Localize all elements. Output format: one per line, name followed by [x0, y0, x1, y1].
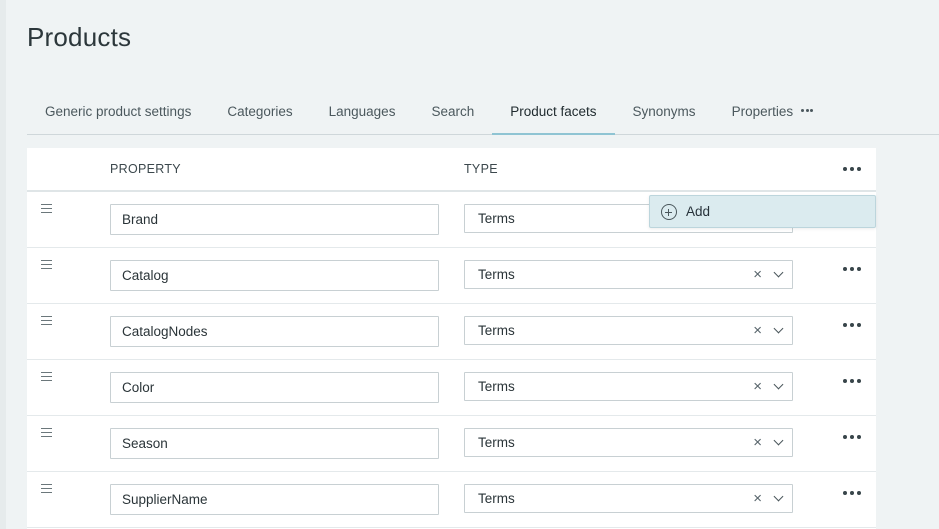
tab-synonyms[interactable]: Synonyms: [615, 88, 714, 134]
tab-search[interactable]: Search: [413, 88, 492, 134]
ellipsis-icon: [801, 109, 814, 113]
drag-handle-icon[interactable]: [41, 260, 53, 270]
more-horizontal-icon[interactable]: [843, 166, 861, 172]
tab-languages[interactable]: Languages: [311, 88, 414, 134]
tab-label: Synonyms: [632, 103, 696, 119]
property-input[interactable]: [110, 428, 439, 459]
table-row: Terms ×: [27, 248, 876, 304]
property-input[interactable]: [110, 372, 439, 403]
row-more-icon[interactable]: [843, 434, 861, 440]
chevron-down-icon[interactable]: [773, 491, 784, 502]
tab-product-facets[interactable]: Product facets: [492, 88, 615, 135]
type-value: Terms: [478, 323, 515, 338]
add-menu-item[interactable]: Add: [650, 196, 875, 227]
column-header-property: PROPERTY: [110, 162, 181, 176]
tab-label: Categories: [227, 103, 293, 119]
plus-circle-icon: [661, 204, 677, 220]
clear-icon[interactable]: ×: [753, 435, 762, 450]
property-input[interactable]: [110, 260, 439, 291]
type-value: Terms: [478, 491, 515, 506]
tab-label: Generic product settings: [45, 103, 192, 119]
property-input[interactable]: [110, 484, 439, 515]
clear-icon[interactable]: ×: [753, 323, 762, 338]
type-select[interactable]: Terms ×: [464, 428, 793, 457]
property-input[interactable]: [110, 204, 439, 235]
sidebar-edge: [0, 0, 6, 529]
chevron-down-icon[interactable]: [773, 435, 784, 446]
type-value: Terms: [478, 435, 515, 450]
drag-handle-icon[interactable]: [41, 316, 53, 326]
chevron-down-icon[interactable]: [773, 323, 784, 334]
table-header: PROPERTY TYPE: [27, 148, 876, 192]
tab-generic-product-settings[interactable]: Generic product settings: [27, 88, 209, 134]
context-menu: Add: [649, 195, 876, 228]
menu-item-label: Add: [686, 204, 711, 219]
table-row: Terms ×: [27, 416, 876, 472]
type-select[interactable]: Terms ×: [464, 316, 793, 345]
row-more-icon[interactable]: [843, 378, 861, 384]
clear-icon[interactable]: ×: [753, 491, 762, 506]
type-select[interactable]: Terms ×: [464, 484, 793, 513]
table-row: Terms ×: [27, 360, 876, 416]
row-more-icon[interactable]: [843, 490, 861, 496]
chevron-down-icon[interactable]: [773, 267, 784, 278]
table-row: Terms ×: [27, 472, 876, 528]
type-select[interactable]: Terms ×: [464, 260, 793, 289]
type-value: Terms: [478, 379, 515, 394]
tab-label: Properties: [731, 103, 794, 119]
tab-bar: Generic product settings Categories Lang…: [27, 88, 939, 135]
tab-properties[interactable]: Properties: [714, 88, 832, 134]
drag-handle-icon[interactable]: [41, 204, 53, 214]
chevron-down-icon[interactable]: [773, 379, 784, 390]
tab-label: Search: [431, 103, 475, 119]
row-more-icon[interactable]: [843, 266, 861, 272]
drag-handle-icon[interactable]: [41, 484, 53, 494]
table-row: Terms ×: [27, 304, 876, 360]
tab-label: Languages: [328, 103, 396, 119]
page-title: Products: [27, 22, 132, 52]
property-input[interactable]: [110, 316, 439, 347]
drag-handle-icon[interactable]: [41, 428, 53, 438]
tab-label: Product facets: [510, 103, 597, 119]
clear-icon[interactable]: ×: [753, 379, 762, 394]
type-value: Terms: [478, 211, 515, 226]
column-header-type: TYPE: [464, 162, 498, 176]
type-select[interactable]: Terms ×: [464, 372, 793, 401]
drag-handle-icon[interactable]: [41, 372, 53, 382]
row-more-icon[interactable]: [843, 322, 861, 328]
tab-categories[interactable]: Categories: [209, 88, 310, 134]
type-value: Terms: [478, 267, 515, 282]
clear-icon[interactable]: ×: [753, 267, 762, 282]
